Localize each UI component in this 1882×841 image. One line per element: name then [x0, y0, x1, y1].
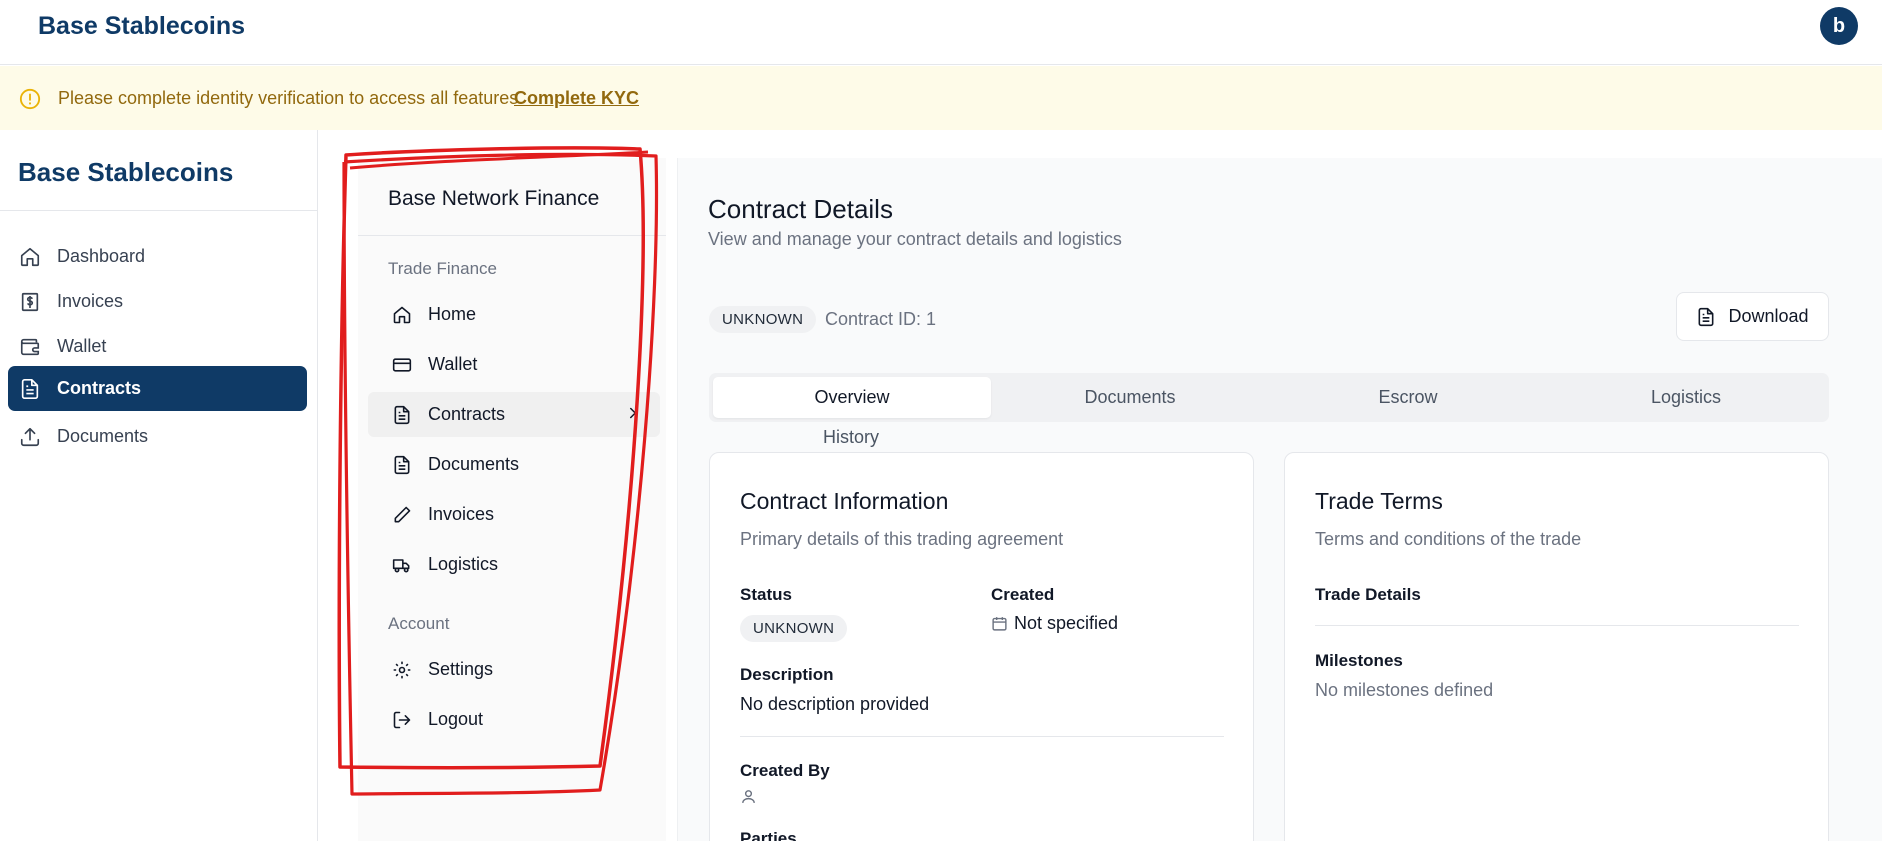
nav-item-documents[interactable]: Documents — [368, 442, 660, 487]
sidebar-title: Base Stablecoins — [18, 157, 234, 187]
milestones-label: Milestones — [1315, 651, 1403, 670]
card-subtitle: Terms and conditions of the trade — [1315, 529, 1582, 549]
tab-documents[interactable]: Documents — [991, 377, 1269, 418]
gear-icon — [391, 659, 413, 681]
download-label: Download — [1728, 306, 1809, 326]
banner-message: Please complete identity verification to… — [58, 88, 524, 108]
chevron-right-icon — [630, 407, 637, 419]
credit-card-icon — [391, 354, 413, 376]
tab-bar: Overview Documents Escrow Logistics — [709, 373, 1829, 422]
file-text-icon — [1696, 307, 1716, 327]
trade-details-label: Trade Details — [1315, 585, 1421, 604]
status-badge: UNKNOWN — [709, 306, 817, 333]
contract-information-card: Contract Information Primary details of … — [709, 452, 1254, 841]
brand-logo[interactable]: Base Stablecoins — [38, 12, 245, 41]
tab-history[interactable]: History — [823, 427, 879, 448]
calendar-icon — [992, 617, 1007, 631]
sidebar: Base Stablecoins Dashboard Invoices Wall… — [0, 130, 318, 841]
page-title: Contract Details — [708, 194, 893, 224]
dollar-receipt-icon — [18, 290, 42, 314]
card-title: Contract Information — [740, 488, 949, 514]
contract-id: Contract ID: 1 — [825, 309, 937, 329]
sidebar-item-wallet[interactable]: Wallet — [8, 324, 307, 369]
nav-item-home[interactable]: Home — [368, 292, 660, 337]
nav-item-contracts[interactable]: Contracts — [368, 392, 660, 437]
nav-item-label: Logout — [428, 709, 484, 729]
secondary-nav-divider — [358, 235, 666, 236]
sidebar-item-label: Wallet — [57, 336, 107, 356]
sidebar-item-label: Documents — [57, 426, 149, 446]
nav-item-label: Home — [428, 304, 477, 324]
nav-item-label: Documents — [428, 454, 520, 474]
secondary-nav-title: Base Network Finance — [388, 187, 600, 210]
nav-item-logistics[interactable]: Logistics — [368, 542, 660, 587]
card-divider — [1315, 625, 1799, 626]
nav-item-invoices[interactable]: Invoices — [368, 492, 660, 537]
logout-icon — [391, 709, 413, 731]
description-value: No description provided — [740, 694, 930, 714]
page-subtitle: View and manage your contract details an… — [708, 229, 1122, 249]
milestones-value: No milestones defined — [1315, 680, 1494, 700]
user-avatar[interactable]: b — [1820, 7, 1858, 45]
status-value-badge: UNKNOWN — [740, 615, 848, 642]
tab-logistics[interactable]: Logistics — [1547, 377, 1825, 418]
created-by-label: Created By — [740, 761, 830, 780]
sidebar-divider — [0, 210, 318, 211]
home-icon — [18, 245, 42, 269]
truck-icon — [391, 554, 413, 576]
trade-terms-card: Trade Terms Terms and conditions of the … — [1284, 452, 1829, 841]
created-label: Created — [991, 585, 1055, 604]
file-text-icon — [18, 377, 42, 401]
home-icon — [391, 304, 413, 326]
group-label-trade-finance: Trade Finance — [388, 259, 497, 278]
user-icon — [742, 790, 755, 803]
card-divider — [740, 736, 1224, 737]
card-title: Trade Terms — [1315, 488, 1443, 514]
file-text-icon — [391, 454, 413, 476]
pencil-icon — [391, 504, 413, 526]
file-text-icon — [391, 404, 413, 426]
nav-item-label: Wallet — [428, 354, 478, 374]
complete-kyc-link[interactable]: Complete KYC — [514, 88, 639, 109]
status-label: Status — [740, 585, 792, 604]
tab-escrow[interactable]: Escrow — [1269, 377, 1547, 418]
nav-item-wallet[interactable]: Wallet — [368, 342, 660, 387]
upload-icon — [18, 425, 42, 449]
kyc-banner: Please complete identity verification to… — [0, 66, 1882, 130]
sidebar-item-label: Dashboard — [57, 246, 146, 266]
wallet-icon — [18, 335, 42, 359]
nav-item-logout[interactable]: Logout — [368, 697, 660, 742]
sidebar-item-contracts[interactable]: Contracts — [8, 366, 307, 411]
sidebar-item-dashboard[interactable]: Dashboard — [8, 234, 307, 279]
sidebar-item-invoices[interactable]: Invoices — [8, 279, 307, 324]
created-value: Not specified — [991, 613, 1118, 634]
parties-label: Parties — [740, 829, 797, 841]
sidebar-item-label: Invoices — [57, 291, 124, 311]
sidebar-item-documents[interactable]: Documents — [8, 414, 307, 459]
sidebar-item-label: Contracts — [57, 378, 142, 398]
group-label-account: Account — [388, 614, 450, 633]
nav-item-label: Settings — [428, 659, 494, 679]
alert-circle-icon — [19, 88, 41, 110]
card-subtitle: Primary details of this trading agreemen… — [740, 529, 1064, 549]
tab-overview[interactable]: Overview — [713, 377, 991, 418]
description-label: Description — [740, 665, 834, 684]
download-button[interactable]: Download — [1676, 292, 1829, 341]
secondary-nav: Base Network Finance Trade Finance Home … — [358, 158, 666, 841]
nav-item-label: Logistics — [428, 554, 499, 574]
created-value-text: Not specified — [1014, 613, 1119, 633]
nav-item-settings[interactable]: Settings — [368, 647, 660, 692]
top-bar: Base Stablecoins b — [0, 0, 1882, 65]
nav-item-label: Contracts — [428, 404, 506, 424]
nav-item-label: Invoices — [428, 504, 495, 524]
